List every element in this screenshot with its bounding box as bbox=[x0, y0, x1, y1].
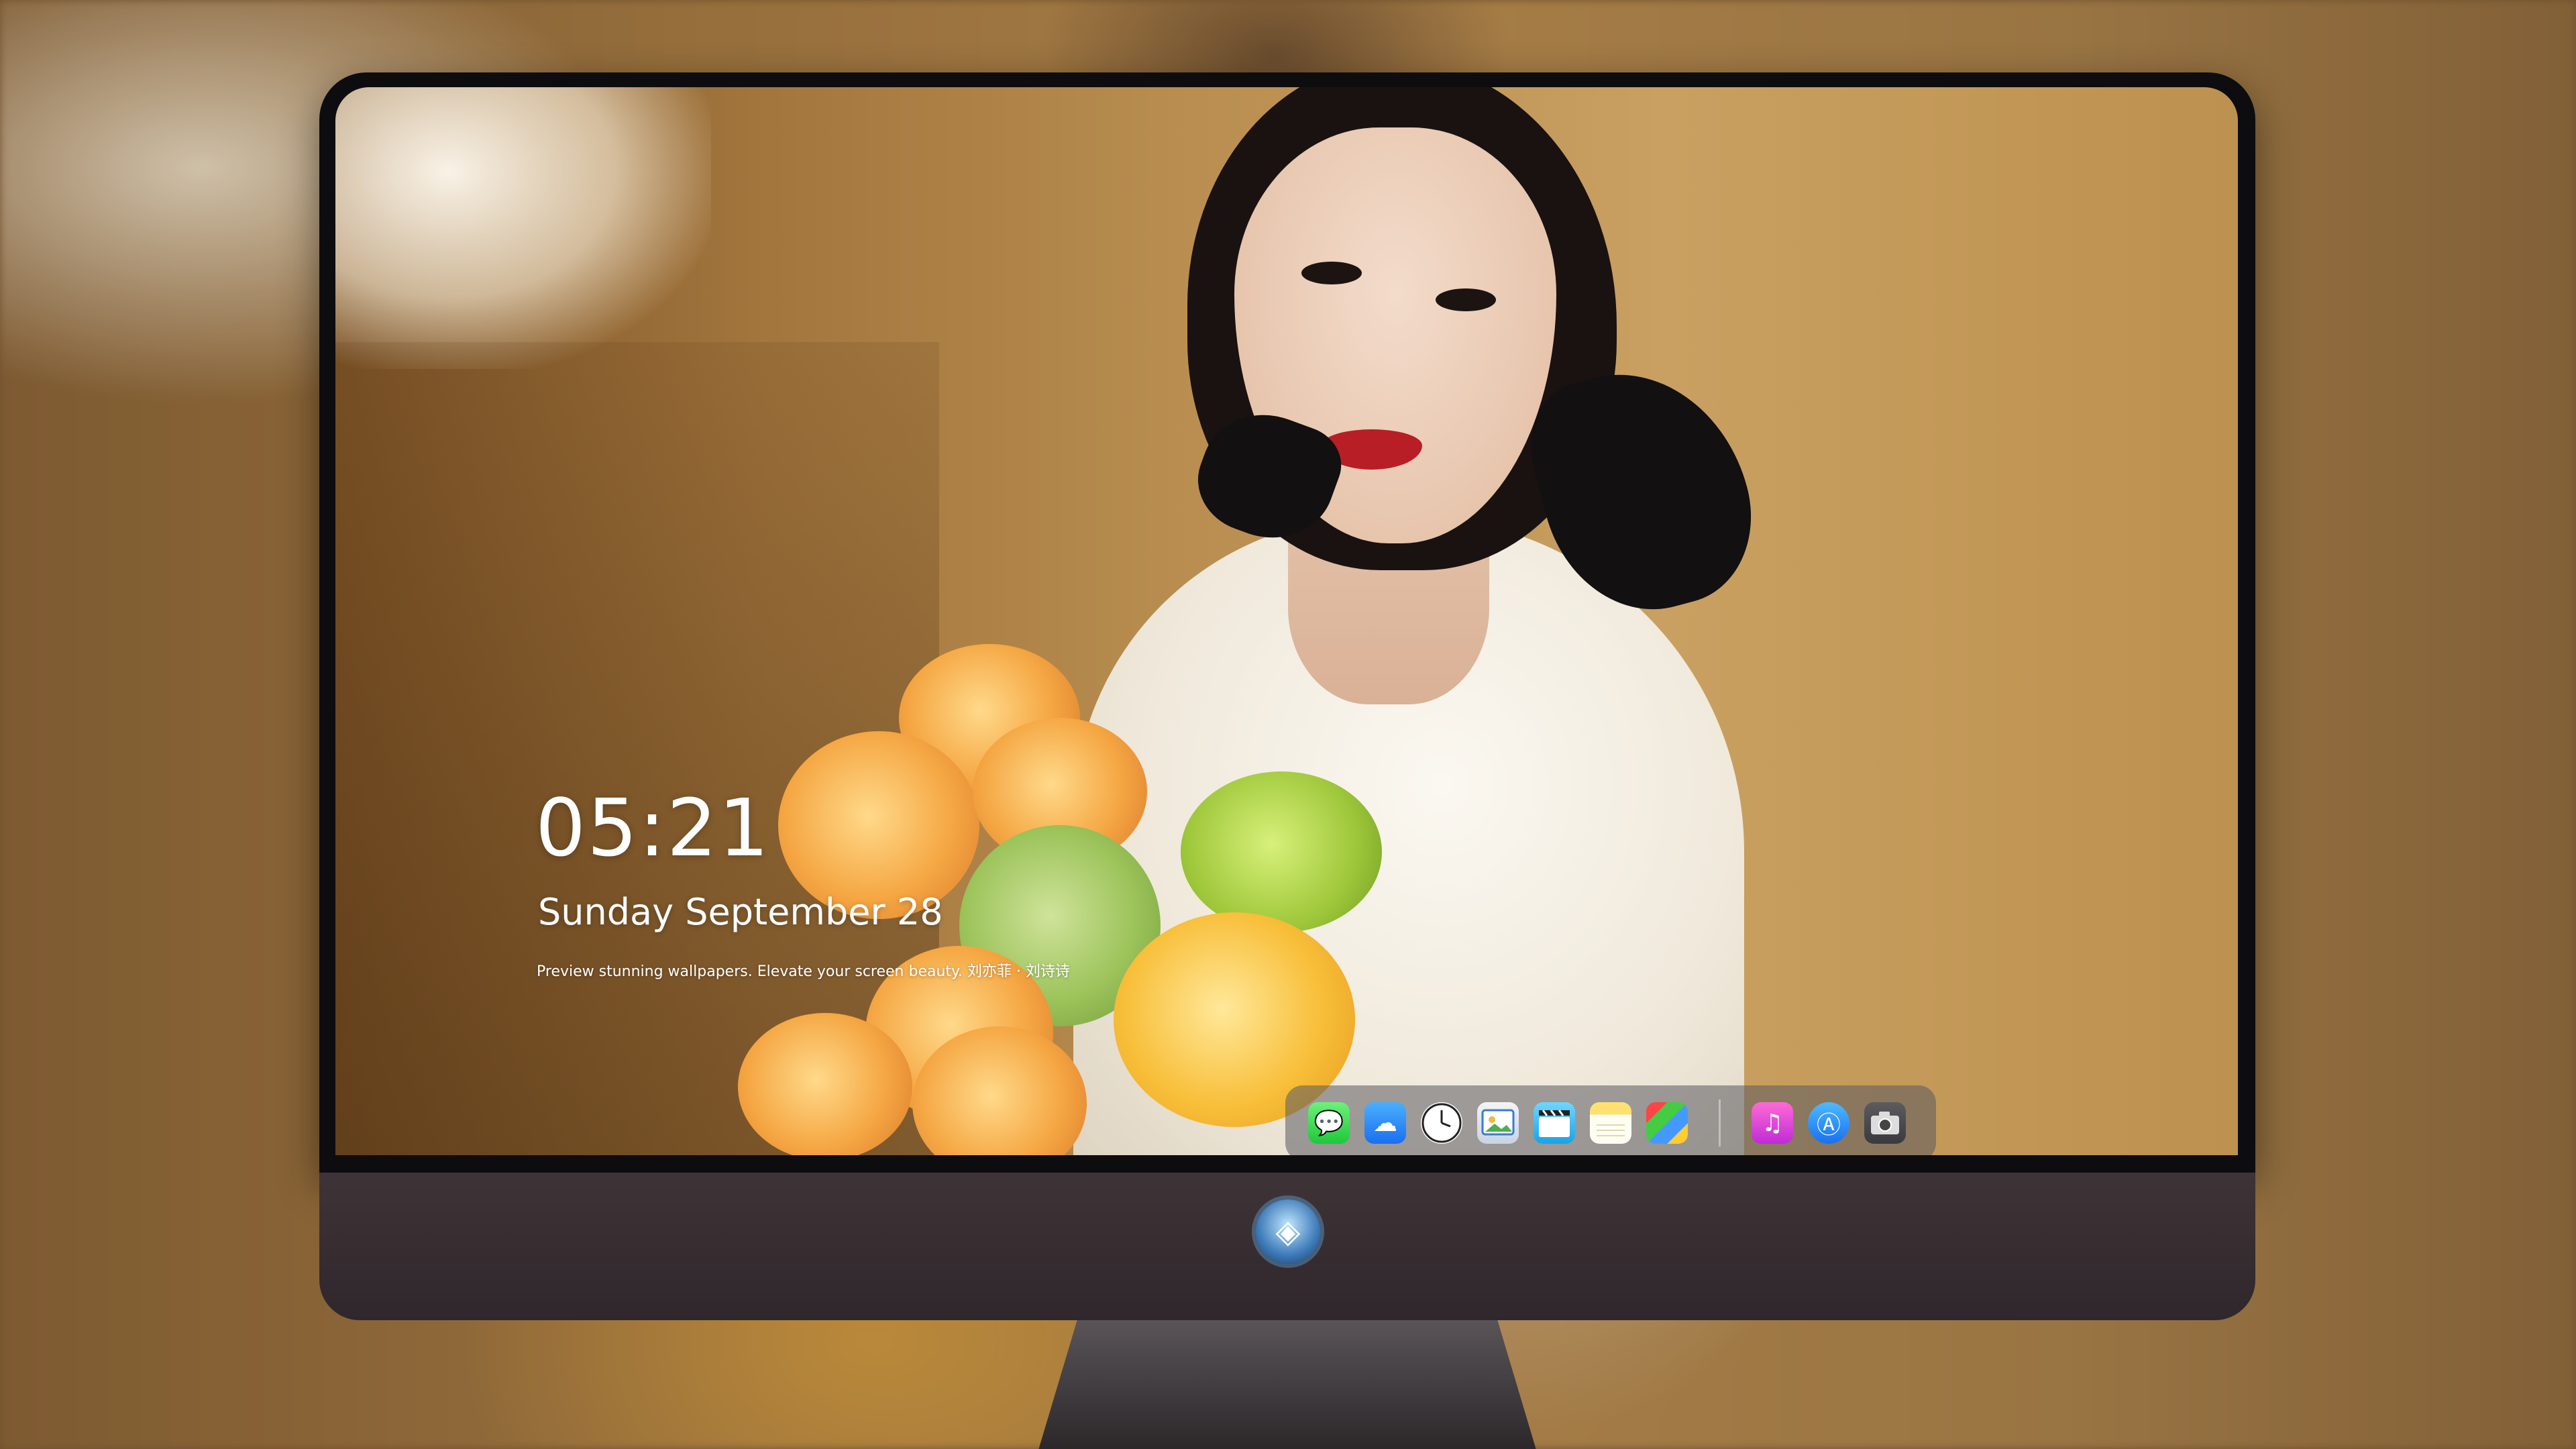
wallpaper-figure-eye bbox=[1301, 262, 1362, 284]
lockscreen-tagline: Preview stunning wallpapers. Elevate you… bbox=[537, 963, 1070, 980]
preview-icon[interactable] bbox=[1477, 1102, 1519, 1144]
clapperboard-glyph bbox=[1539, 1110, 1570, 1137]
dock: 💬 ☁ ♫ Ⓐ bbox=[1285, 1085, 1936, 1155]
monitor: 05:21 Sunday September 28 Preview stunni… bbox=[319, 72, 2255, 1449]
app-store-glyph: Ⓐ bbox=[1816, 1112, 1841, 1139]
music-glyph: ♫ bbox=[1761, 1109, 1784, 1137]
lockscreen-date: Sunday September 28 bbox=[538, 891, 943, 933]
wallpaper-flower bbox=[1181, 771, 1382, 932]
camera-glyph bbox=[1871, 1112, 1899, 1134]
clock-icon[interactable] bbox=[1421, 1102, 1462, 1144]
mascot-logo-icon: ◈ bbox=[1256, 1199, 1320, 1264]
weather-icon[interactable]: ☁ bbox=[1364, 1102, 1406, 1144]
dock-separator bbox=[1719, 1099, 1721, 1146]
mascot-logo-glyph: ◈ bbox=[1275, 1213, 1301, 1250]
wallpaper-figure-eye bbox=[1436, 288, 1496, 311]
wallpaper-light-patch bbox=[335, 87, 711, 369]
camera-icon[interactable] bbox=[1864, 1102, 1906, 1144]
monitor-stand bbox=[1037, 1320, 1538, 1449]
desktop-screen: 05:21 Sunday September 28 Preview stunni… bbox=[335, 87, 2238, 1155]
photo-booth-icon[interactable] bbox=[1646, 1102, 1688, 1144]
notes-icon[interactable] bbox=[1590, 1102, 1631, 1144]
monitor-bezel: 05:21 Sunday September 28 Preview stunni… bbox=[319, 72, 2255, 1173]
music-icon[interactable]: ♫ bbox=[1752, 1102, 1793, 1144]
messages-glyph: 💬 bbox=[1313, 1110, 1344, 1137]
clock-face bbox=[1421, 1103, 1462, 1143]
notes-lines bbox=[1597, 1124, 1625, 1136]
lockscreen-time: 05:21 bbox=[535, 782, 771, 874]
messages-icon[interactable]: 💬 bbox=[1308, 1102, 1350, 1144]
preview-glyph bbox=[1481, 1109, 1515, 1136]
wallpaper-flower bbox=[738, 1013, 912, 1155]
weather-glyph: ☁ bbox=[1373, 1109, 1397, 1137]
clapperboard-icon[interactable] bbox=[1534, 1102, 1575, 1144]
app-store-icon[interactable]: Ⓐ bbox=[1808, 1102, 1849, 1144]
